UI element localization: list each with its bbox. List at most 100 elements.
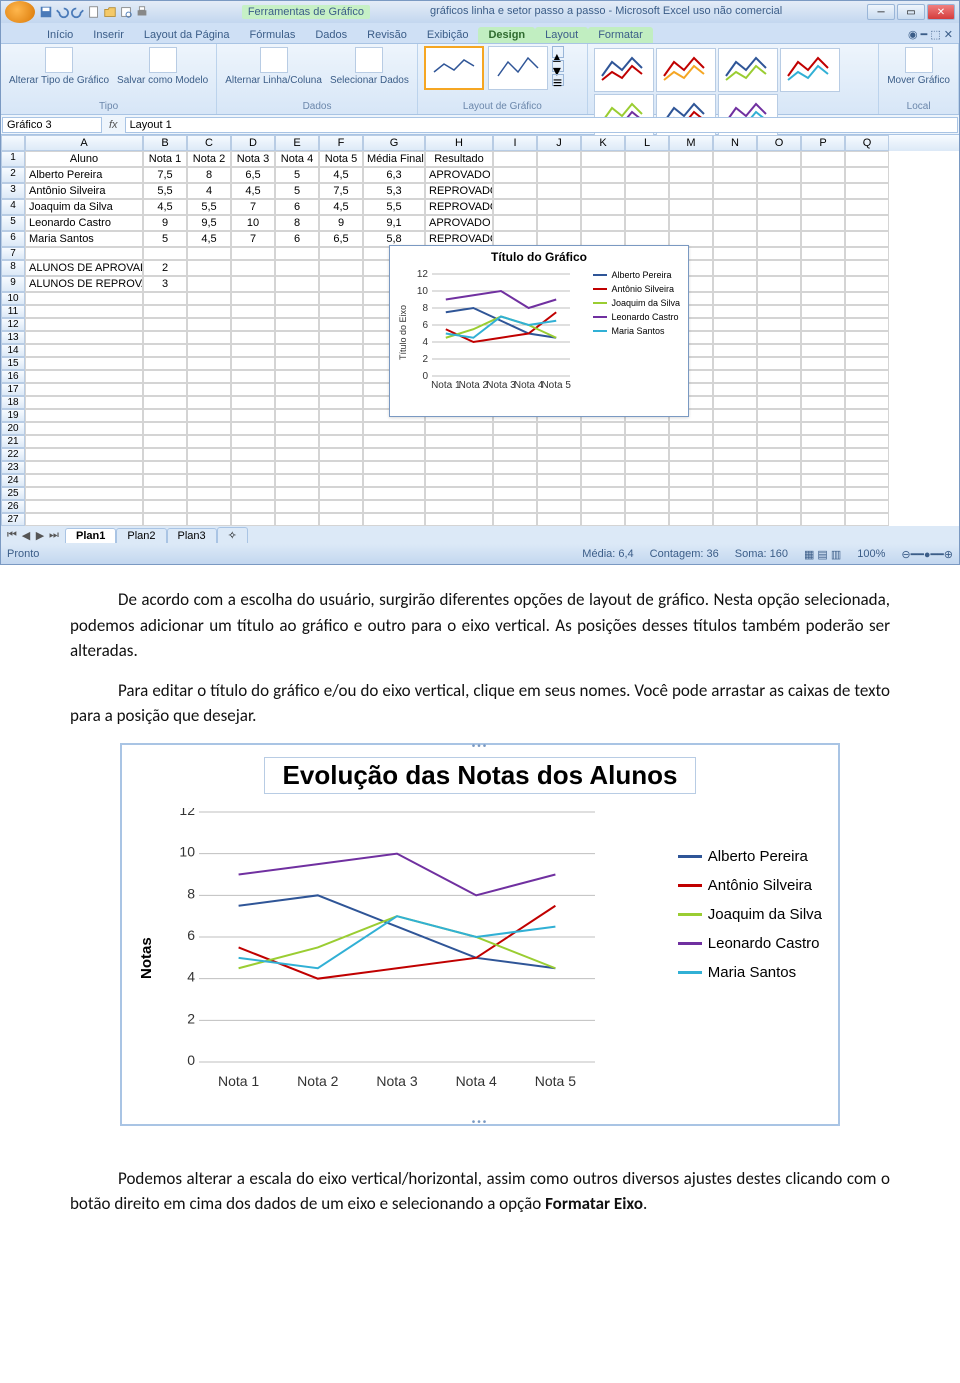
cell[interactable]: Nota 3	[231, 151, 275, 167]
cell[interactable]	[187, 500, 231, 513]
cell[interactable]	[581, 513, 625, 526]
cell[interactable]	[319, 461, 363, 474]
cell[interactable]	[713, 487, 757, 500]
cell[interactable]	[757, 199, 801, 215]
column-header[interactable]: O	[757, 135, 801, 151]
cell[interactable]	[669, 422, 713, 435]
cell[interactable]	[25, 474, 143, 487]
cell[interactable]	[319, 331, 363, 344]
legend-item[interactable]: Maria Santos	[678, 964, 822, 981]
cell[interactable]	[625, 199, 669, 215]
cell[interactable]	[363, 461, 425, 474]
cell[interactable]	[581, 422, 625, 435]
cell[interactable]	[757, 448, 801, 461]
cell[interactable]	[275, 357, 319, 370]
cell[interactable]	[801, 151, 845, 167]
cell[interactable]	[537, 151, 581, 167]
cell[interactable]	[275, 513, 319, 526]
cell[interactable]	[581, 461, 625, 474]
row-header[interactable]: 8	[1, 260, 25, 276]
legend-item[interactable]: Leonardo Castro	[593, 312, 680, 322]
cell[interactable]	[581, 474, 625, 487]
cell[interactable]	[231, 383, 275, 396]
cell[interactable]	[801, 331, 845, 344]
cell[interactable]: Joaquim da Silva	[25, 199, 143, 215]
cell[interactable]	[625, 487, 669, 500]
cell[interactable]: Nota 4	[275, 151, 319, 167]
cell[interactable]: REPROVADO	[425, 183, 493, 199]
column-header[interactable]: M	[669, 135, 713, 151]
cell[interactable]	[581, 500, 625, 513]
legend-item[interactable]: Antônio Silveira	[593, 284, 680, 294]
cell[interactable]	[845, 151, 889, 167]
cell[interactable]	[757, 247, 801, 260]
row-header[interactable]: 3	[1, 183, 25, 199]
cell[interactable]	[713, 331, 757, 344]
close-button[interactable]: ✕	[927, 4, 955, 20]
cell[interactable]	[757, 167, 801, 183]
cell[interactable]	[669, 435, 713, 448]
cell[interactable]	[25, 500, 143, 513]
cell[interactable]	[231, 292, 275, 305]
cell[interactable]	[425, 422, 493, 435]
cell[interactable]	[275, 370, 319, 383]
cell[interactable]	[625, 435, 669, 448]
cell[interactable]	[25, 331, 143, 344]
cell[interactable]	[25, 487, 143, 500]
legend-item[interactable]: Antônio Silveira	[678, 877, 822, 894]
column-header[interactable]: D	[231, 135, 275, 151]
cell[interactable]	[319, 357, 363, 370]
cell[interactable]: 4,5	[319, 199, 363, 215]
cell[interactable]	[757, 370, 801, 383]
row-header[interactable]: 1	[1, 151, 25, 167]
cell[interactable]	[275, 260, 319, 276]
minimize-button[interactable]: ─	[867, 4, 895, 20]
cell[interactable]	[537, 422, 581, 435]
cell[interactable]	[143, 292, 187, 305]
cell[interactable]	[231, 487, 275, 500]
cell[interactable]: 5,5	[187, 199, 231, 215]
cell[interactable]	[319, 370, 363, 383]
chart-style-thumb[interactable]	[718, 48, 778, 92]
cell[interactable]	[143, 305, 187, 318]
cell[interactable]: Antônio Silveira	[25, 183, 143, 199]
cell[interactable]	[801, 370, 845, 383]
cell[interactable]	[713, 151, 757, 167]
cell[interactable]	[713, 247, 757, 260]
cell[interactable]	[713, 199, 757, 215]
cell[interactable]: Nota 5	[319, 151, 363, 167]
cell[interactable]	[713, 167, 757, 183]
save-icon[interactable]	[39, 5, 53, 19]
cell[interactable]	[801, 215, 845, 231]
cell[interactable]: REPROVADO	[425, 199, 493, 215]
cell[interactable]	[625, 422, 669, 435]
cell[interactable]	[275, 292, 319, 305]
chart-y-axis-title[interactable]: Título do Eixo	[398, 270, 408, 395]
cell[interactable]	[845, 183, 889, 199]
cell[interactable]	[187, 370, 231, 383]
cell[interactable]	[319, 487, 363, 500]
cell[interactable]	[757, 396, 801, 409]
cell[interactable]	[801, 474, 845, 487]
row-header[interactable]: 23	[1, 461, 25, 474]
move-chart-button[interactable]: Mover Gráfico	[885, 46, 952, 87]
cell[interactable]	[845, 276, 889, 292]
cell[interactable]	[231, 500, 275, 513]
cell[interactable]	[757, 474, 801, 487]
cell[interactable]	[801, 260, 845, 276]
cell[interactable]	[845, 305, 889, 318]
undo-icon[interactable]	[55, 5, 69, 19]
cell[interactable]	[143, 435, 187, 448]
cell[interactable]	[275, 396, 319, 409]
open-icon[interactable]	[103, 5, 117, 19]
cell[interactable]	[143, 331, 187, 344]
print-icon[interactable]	[135, 5, 149, 19]
cell[interactable]	[537, 167, 581, 183]
big-chart-y-axis-title[interactable]: Notas	[138, 808, 155, 1108]
column-header[interactable]: A	[25, 135, 143, 151]
cell[interactable]	[757, 151, 801, 167]
cell[interactable]	[275, 435, 319, 448]
select-all-corner[interactable]	[1, 135, 25, 151]
cell[interactable]	[801, 231, 845, 247]
cell[interactable]	[757, 357, 801, 370]
